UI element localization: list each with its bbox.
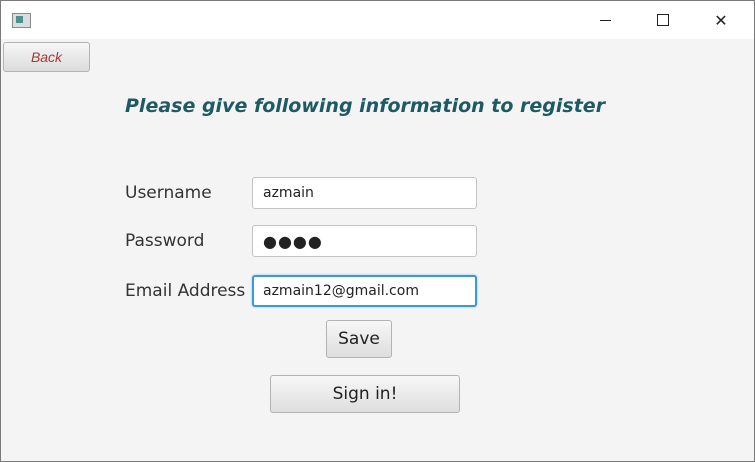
save-button[interactable]: Save xyxy=(326,320,392,358)
close-icon: ✕ xyxy=(714,10,728,30)
title-bar: ✕ xyxy=(1,1,754,39)
username-label: Username xyxy=(125,183,212,203)
close-button[interactable]: ✕ xyxy=(692,1,750,39)
email-label: Email Address xyxy=(125,281,246,301)
username-field[interactable] xyxy=(252,177,477,209)
password-field[interactable] xyxy=(252,225,477,257)
email-field[interactable] xyxy=(252,275,477,307)
password-label: Password xyxy=(125,231,205,251)
minimize-icon xyxy=(599,19,611,21)
back-button[interactable]: Back xyxy=(3,42,90,72)
maximize-icon xyxy=(657,14,669,26)
app-icon xyxy=(12,13,31,28)
minimize-button[interactable] xyxy=(576,1,634,39)
app-window: ✕ Back Please give following information… xyxy=(0,0,755,462)
sign-in-button[interactable]: Sign in! xyxy=(270,375,460,413)
page-title: Please give following information to reg… xyxy=(125,95,606,117)
maximize-button[interactable] xyxy=(634,1,692,39)
